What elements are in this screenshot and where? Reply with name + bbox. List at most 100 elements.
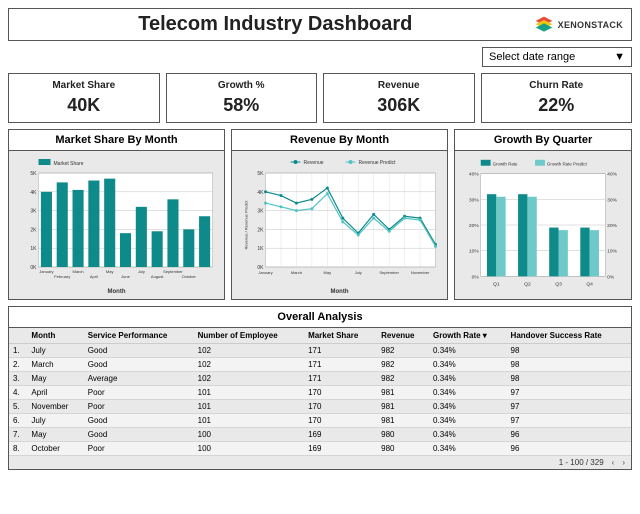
- kpi-value: 58%: [167, 95, 317, 116]
- table-cell: Average: [84, 372, 194, 386]
- table-cell: 0.34%: [429, 358, 507, 372]
- table-cell: 102: [194, 372, 304, 386]
- table-cell: 6.: [9, 414, 27, 428]
- chart-svg-market: Market Share0K1K2K3K4K5KJanuaryFebruaryM…: [13, 155, 220, 295]
- table-cell: 0.34%: [429, 344, 507, 358]
- table-cell: November: [27, 400, 83, 414]
- table-cell: 100: [194, 442, 304, 456]
- svg-text:May: May: [324, 270, 332, 275]
- svg-text:5K: 5K: [257, 171, 264, 177]
- table-cell: 98: [507, 372, 631, 386]
- pager-text: 1 - 100 / 329: [559, 458, 604, 467]
- table-cell: 97: [507, 386, 631, 400]
- svg-text:April: April: [90, 274, 98, 279]
- table-cell: March: [27, 358, 83, 372]
- kpi-growth: Growth % 58%: [166, 73, 318, 123]
- table-cell: 1.: [9, 344, 27, 358]
- analysis-title: Overall Analysis: [9, 307, 631, 328]
- table-cell: 0.34%: [429, 428, 507, 442]
- svg-text:0%: 0%: [472, 274, 480, 280]
- table-cell: 102: [194, 344, 304, 358]
- brand-stack-icon: [534, 15, 554, 35]
- svg-text:3K: 3K: [257, 209, 264, 215]
- svg-text:Revenue / Revenue Predict: Revenue / Revenue Predict: [244, 200, 249, 250]
- kpi-value: 40K: [9, 95, 159, 116]
- svg-text:July: July: [138, 269, 145, 274]
- table-header[interactable]: Growth Rate ▾: [429, 328, 507, 344]
- table-row[interactable]: 1.JulyGood1021719820.34%98: [9, 344, 631, 358]
- table-cell: 97: [507, 414, 631, 428]
- table-header[interactable]: Market Share: [304, 328, 377, 344]
- svg-text:30%: 30%: [469, 197, 479, 203]
- table-cell: 5.: [9, 400, 27, 414]
- kpi-label: Revenue: [324, 80, 474, 91]
- table-row[interactable]: 3.MayAverage1021719820.34%98: [9, 372, 631, 386]
- table-cell: May: [27, 428, 83, 442]
- table-header[interactable]: Number of Employee: [194, 328, 304, 344]
- svg-text:Month: Month: [331, 289, 349, 295]
- table-row[interactable]: 2.MarchGood1021719820.34%98: [9, 358, 631, 372]
- title-bar: Telecom Industry Dashboard XENONSTACK: [8, 8, 632, 41]
- svg-text:30%: 30%: [607, 197, 617, 203]
- chart-svg-revenue: RevenueRevenue Predict0K1K2K3K4K5KJanuar…: [236, 155, 443, 295]
- svg-text:4K: 4K: [30, 190, 37, 196]
- table-cell: April: [27, 386, 83, 400]
- chart-title: Growth By Quarter: [455, 130, 631, 151]
- table-header[interactable]: Service Performance: [84, 328, 194, 344]
- table-cell: 8.: [9, 442, 27, 456]
- table-header[interactable]: Revenue: [377, 328, 429, 344]
- table-cell: 171: [304, 344, 377, 358]
- svg-text:July: July: [355, 270, 362, 275]
- brand: XENONSTACK: [534, 15, 623, 35]
- svg-text:40%: 40%: [469, 172, 479, 178]
- pager: 1 - 100 / 329 ‹ ›: [9, 456, 631, 469]
- table-cell: 98: [507, 358, 631, 372]
- table-row[interactable]: 4.AprilPoor1011709810.34%97: [9, 386, 631, 400]
- svg-text:November: November: [411, 270, 430, 275]
- table-cell: 982: [377, 372, 429, 386]
- table-cell: July: [27, 344, 83, 358]
- table-cell: October: [27, 442, 83, 456]
- svg-text:20%: 20%: [469, 223, 479, 229]
- analysis-table: MonthService PerformanceNumber of Employ…: [9, 328, 631, 456]
- table-header[interactable]: Month: [27, 328, 83, 344]
- table-cell: 101: [194, 386, 304, 400]
- table-cell: 0.34%: [429, 414, 507, 428]
- svg-text:Q1: Q1: [493, 281, 500, 287]
- table-header[interactable]: [9, 328, 27, 344]
- svg-text:0%: 0%: [607, 274, 615, 280]
- table-cell: 169: [304, 442, 377, 456]
- table-cell: Poor: [84, 400, 194, 414]
- svg-text:September: September: [163, 269, 183, 274]
- table-cell: 96: [507, 442, 631, 456]
- kpi-label: Churn Rate: [482, 80, 632, 91]
- svg-text:Market Share: Market Share: [54, 161, 84, 167]
- svg-text:March: March: [291, 270, 302, 275]
- table-cell: 7.: [9, 428, 27, 442]
- table-cell: 982: [377, 358, 429, 372]
- table-row[interactable]: 8.OctoberPoor1001699800.34%96: [9, 442, 631, 456]
- table-cell: 981: [377, 400, 429, 414]
- table-row[interactable]: 7.MayGood1001699800.34%96: [9, 428, 631, 442]
- svg-text:1K: 1K: [257, 246, 264, 252]
- table-cell: 3.: [9, 372, 27, 386]
- table-cell: 0.34%: [429, 372, 507, 386]
- table-row[interactable]: 5.NovemberPoor1011709810.34%97: [9, 400, 631, 414]
- svg-text:10%: 10%: [469, 249, 479, 255]
- table-cell: Good: [84, 344, 194, 358]
- date-range-select[interactable]: Select date range ▼: [482, 47, 632, 67]
- table-cell: Good: [84, 428, 194, 442]
- svg-text:March: March: [72, 269, 83, 274]
- table-header[interactable]: Handover Success Rate: [507, 328, 631, 344]
- svg-text:10%: 10%: [607, 249, 617, 255]
- chart-row: Market Share By Month Market Share0K1K2K…: [8, 129, 632, 300]
- table-cell: 170: [304, 386, 377, 400]
- table-row[interactable]: 6.JulyGood1011709810.34%97: [9, 414, 631, 428]
- table-cell: May: [27, 372, 83, 386]
- pager-next-button[interactable]: ›: [622, 458, 625, 467]
- svg-text:Q3: Q3: [555, 281, 562, 287]
- table-cell: 171: [304, 358, 377, 372]
- table-cell: 4.: [9, 386, 27, 400]
- pager-prev-button[interactable]: ‹: [612, 458, 615, 467]
- table-cell: Good: [84, 414, 194, 428]
